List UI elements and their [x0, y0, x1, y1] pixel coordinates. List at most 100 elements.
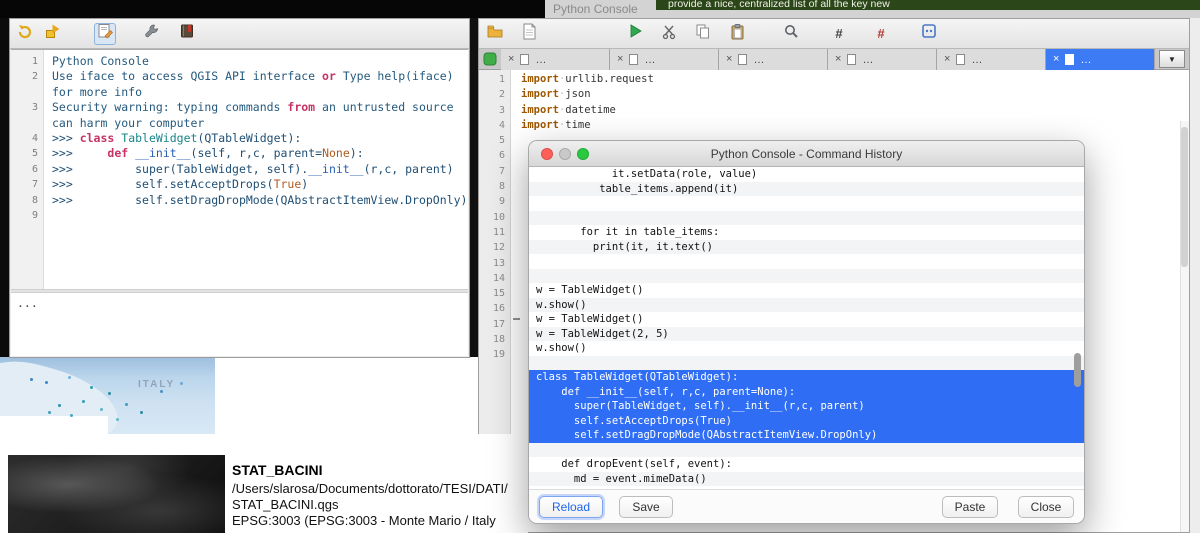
editor-line-number: 2 — [479, 87, 510, 102]
save-button[interactable]: Save — [619, 496, 673, 518]
document-icon — [629, 54, 638, 65]
history-row[interactable] — [529, 254, 1084, 269]
tab-close-icon[interactable]: × — [944, 54, 950, 65]
tab-overflow-button[interactable]: ▼ — [1159, 50, 1185, 68]
python-console-window: 123456789 Python ConsoleUse iface to acc… — [9, 18, 470, 358]
history-row[interactable]: w = TableWidget() — [529, 283, 1084, 298]
open-script-button[interactable] — [484, 23, 506, 45]
new-editor-tab-button[interactable] — [483, 52, 497, 71]
paste-history-button[interactable]: Paste — [942, 496, 998, 518]
editor-tab[interactable]: ×… — [1046, 49, 1155, 70]
console-line: Security warning: typing commands from a… — [52, 100, 468, 115]
object-inspector-button[interactable] — [918, 23, 940, 45]
history-row[interactable]: w.show() — [529, 341, 1084, 356]
uncomment-button[interactable]: # — [870, 23, 892, 45]
cut-button[interactable] — [658, 23, 680, 45]
open-folder-icon — [486, 23, 504, 44]
editor-scrollbar[interactable] — [1180, 121, 1189, 532]
project-satellite-thumbnail[interactable] — [8, 455, 225, 533]
history-row[interactable]: self.setAcceptDrops(True) — [529, 414, 1084, 429]
background-browser-banner: provide a nice, centralized list of all … — [656, 0, 1200, 10]
editor-tab[interactable]: ×… — [828, 49, 937, 70]
history-row[interactable]: w = TableWidget(2, 5) — [529, 327, 1084, 342]
editor-code-line: import·json — [521, 87, 1179, 102]
history-row[interactable]: for it in table_items: — [529, 225, 1084, 240]
tab-close-icon[interactable]: × — [617, 54, 623, 65]
history-row[interactable]: self.setDragDropMode(QAbstractItemView.D… — [529, 428, 1084, 443]
history-list[interactable]: it.setData(role, value) table_items.appe… — [529, 167, 1084, 489]
dialog-titlebar[interactable]: Python Console - Command History — [529, 141, 1084, 167]
tab-label: … — [862, 54, 873, 66]
new-tab-icon — [483, 53, 497, 70]
banner-text: provide a nice, centralized list of all … — [668, 0, 890, 10]
clear-console-button[interactable] — [14, 23, 36, 45]
history-row[interactable]: it.setData(role, value) — [529, 167, 1084, 182]
editor-line-number: 10 — [479, 210, 510, 225]
reload-button[interactable]: Reload — [539, 496, 603, 518]
history-row[interactable]: def dropEvent(self, event): — [529, 457, 1084, 472]
tab-close-icon[interactable]: × — [508, 54, 514, 65]
console-line: can harm your computer — [52, 116, 468, 131]
history-row[interactable]: md = event.mimeData() — [529, 472, 1084, 487]
paste-button[interactable] — [726, 23, 748, 45]
console-help-button[interactable] — [176, 23, 198, 45]
editor-lines: import·urllib.requestimport·jsonimport·d… — [521, 72, 1179, 133]
editor-tab[interactable]: ×… — [937, 49, 1046, 70]
run-icon — [627, 23, 643, 44]
console-line: >>> def __init__(self, r,c, parent=None)… — [52, 146, 468, 161]
editor-line-number: 14 — [479, 271, 510, 286]
tab-close-icon[interactable]: × — [835, 54, 841, 65]
console-lines: Python ConsoleUse iface to access QGIS A… — [52, 54, 468, 223]
welcome-recent-project[interactable]: STAT_BACINI /Users/slarosa/Documents/dot… — [0, 434, 528, 533]
comment-button[interactable]: # — [828, 23, 850, 45]
map-data-points — [30, 378, 33, 381]
history-row[interactable] — [529, 356, 1084, 371]
history-row[interactable]: def __init__(self, r,c, parent=None): — [529, 385, 1084, 400]
project-map-thumbnail[interactable]: ITALY — [0, 357, 215, 434]
fold-marker-icon[interactable] — [513, 318, 520, 320]
history-row[interactable]: w = TableWidget() — [529, 312, 1084, 327]
history-row[interactable]: print(it, it.text() — [529, 240, 1084, 255]
console-output-area[interactable]: 123456789 Python ConsoleUse iface to acc… — [11, 49, 468, 289]
editor-tab[interactable]: ×… — [719, 49, 828, 70]
console-line-number — [11, 116, 43, 131]
tab-close-icon[interactable]: × — [726, 54, 732, 65]
close-button[interactable]: Close — [1018, 496, 1074, 518]
history-row[interactable]: w.show() — [529, 298, 1084, 313]
project-crs: EPSG:3003 (EPSG:3003 - Monte Mario / Ita… — [232, 513, 496, 528]
history-row[interactable]: super(TableWidget, self).__init__(r,c, p… — [529, 399, 1084, 414]
console-input-area[interactable]: ... — [11, 293, 468, 356]
find-button[interactable] — [780, 23, 802, 45]
comment-icon: # — [835, 26, 842, 41]
document-icon — [1065, 54, 1074, 65]
tab-label: … — [644, 54, 655, 66]
save-script-button[interactable] — [518, 23, 540, 45]
console-toolbar — [10, 19, 469, 49]
editor-code-line: import·urllib.request — [521, 72, 1179, 87]
editor-line-number: 3 — [479, 103, 510, 118]
tab-label: … — [753, 54, 764, 66]
tab-close-icon[interactable]: × — [1053, 54, 1059, 65]
history-scrollbar-thumb[interactable] — [1074, 353, 1081, 387]
console-line: Python Console — [52, 54, 468, 69]
show-editor-button[interactable] — [94, 23, 116, 45]
dialog-title: Python Console - Command History — [529, 141, 1084, 166]
history-row[interactable] — [529, 196, 1084, 211]
run-script-button[interactable] — [624, 23, 646, 45]
editor-tab[interactable]: ×… — [501, 49, 610, 70]
history-row[interactable] — [529, 211, 1084, 226]
history-row[interactable] — [529, 443, 1084, 458]
editor-tabs: ×…×…×…×…×…×… — [501, 49, 1155, 70]
editor-line-number: 5 — [479, 133, 510, 148]
editor-tab[interactable]: ×… — [610, 49, 719, 70]
history-row[interactable]: class TableWidget(QTableWidget): — [529, 370, 1084, 385]
editor-line-number: 1 — [479, 72, 510, 87]
console-options-button[interactable] — [140, 23, 162, 45]
history-row[interactable]: table_items.append(it) — [529, 182, 1084, 197]
editor-line-number: 4 — [479, 118, 510, 133]
import-class-button[interactable] — [42, 23, 64, 45]
history-row[interactable] — [529, 269, 1084, 284]
editor-code-line: import·time — [521, 118, 1179, 133]
editor-scrollbar-thumb[interactable] — [1181, 127, 1188, 267]
copy-button[interactable] — [692, 23, 714, 45]
